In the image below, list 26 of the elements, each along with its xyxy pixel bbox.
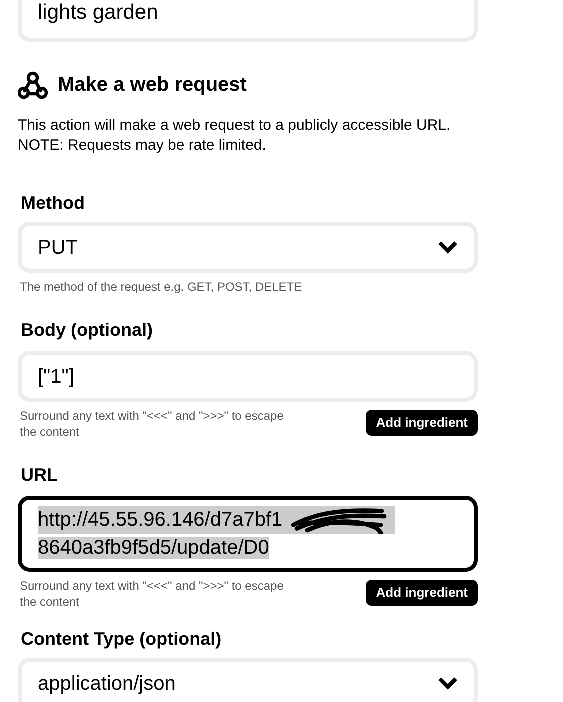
select-field[interactable]: application/json <box>18 658 478 702</box>
hint-text: the content <box>20 594 80 610</box>
body-field[interactable]: ["1"] <box>18 351 478 402</box>
add-ingredient-button[interactable]: Add ingredient <box>366 580 478 606</box>
hint-text: Surround any text with "<<<" and ">>>" to escape <box>20 408 284 424</box>
action-title: Make a web request <box>58 73 247 98</box>
chevron-down-icon <box>438 241 458 254</box>
select-field[interactable]: PUT <box>18 222 478 273</box>
url-text: 8640a3fb9f5d5/update/D0 <box>38 537 270 559</box>
select-value: application/json <box>38 672 176 696</box>
url-field[interactable]: http://45.55.96.146/d7a7bf1 8640a3fb9f5d5/update/D0 <box>18 496 478 572</box>
add-ingredient-button[interactable]: Add ingredient <box>366 410 478 436</box>
hint-text: the content <box>20 424 80 440</box>
hint-text: Surround any text with "<<<" and ">>>" to escape <box>20 578 284 594</box>
field-label: Content Type (optional) <box>20 628 223 651</box>
name-field[interactable]: lights garden <box>18 0 478 42</box>
hint-text: The method of the request e.g. GET, POST, DELETE <box>20 279 302 295</box>
chevron-down-icon <box>438 677 458 690</box>
select-value: PUT <box>38 236 78 260</box>
webhook-icon <box>18 70 48 100</box>
url-text: http://45.55.96.146/d7a7bf1 <box>38 506 283 534</box>
description-text: NOTE: Requests may be rate limited. <box>18 136 268 156</box>
field-label: URL <box>20 464 59 487</box>
field-label: Body (optional) <box>20 319 154 342</box>
field-label: Method <box>20 192 86 215</box>
description-text: This action will make a web request to a publicly accessible URL. <box>18 116 452 136</box>
